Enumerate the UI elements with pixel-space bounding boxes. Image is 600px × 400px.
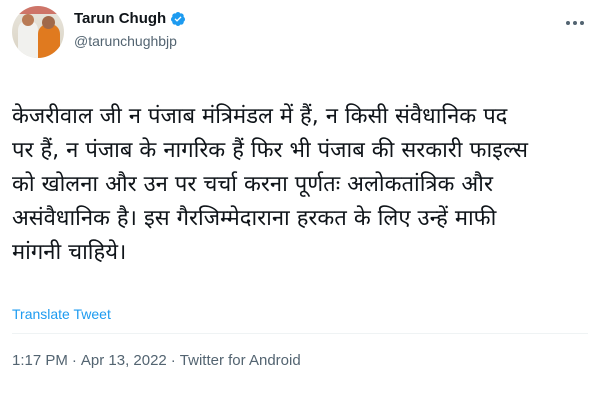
- tweet-card: Tarun Chugh @tarunchughbjp केजरीवाल जी न…: [0, 0, 600, 400]
- tweet-text-line: को खोलना और उन पर चर्चा करना पूर्णतः अलो…: [12, 172, 493, 197]
- tweet-text-line: मांगनी चाहिये।: [12, 240, 127, 265]
- tweet-text: केजरीवाल जी न पंजाब मंत्रिमंडल में हैं, …: [12, 100, 592, 270]
- avatar[interactable]: [12, 6, 64, 58]
- tweet-text-line: पर हैं, न पंजाब के नागरिक हैं फिर भी पंज…: [12, 138, 529, 163]
- tweet-date[interactable]: Apr 13, 2022: [81, 352, 167, 369]
- avatar-person-right: [38, 24, 60, 58]
- meta-separator: ·: [170, 352, 176, 369]
- divider: [12, 333, 588, 334]
- avatar-banner-stripe: [12, 6, 64, 14]
- tweet-source[interactable]: Twitter for Android: [180, 352, 301, 369]
- tweet-text-line: असंवैधानिक है। इस गैरजिम्मेदाराना हरकत क…: [12, 206, 497, 231]
- tweet-time[interactable]: 1:17 PM: [12, 352, 68, 369]
- verified-badge-icon: [171, 11, 186, 26]
- tweet-text-line: केजरीवाल जी न पंजाब मंत्रिमंडल में हैं, …: [12, 104, 508, 129]
- avatar-head-right: [42, 16, 55, 29]
- translate-tweet-link[interactable]: Translate Tweet: [12, 306, 111, 322]
- author-handle[interactable]: @tarunchughbjp: [74, 33, 177, 49]
- author-name[interactable]: Tarun Chugh: [74, 10, 166, 27]
- meta-separator: ·: [71, 352, 77, 369]
- more-options-icon[interactable]: [562, 10, 588, 36]
- tweet-metadata: 1:17 PM · Apr 13, 2022 · Twitter for And…: [12, 352, 301, 369]
- avatar-head-left: [22, 14, 34, 26]
- author-name-row: Tarun Chugh: [74, 10, 186, 27]
